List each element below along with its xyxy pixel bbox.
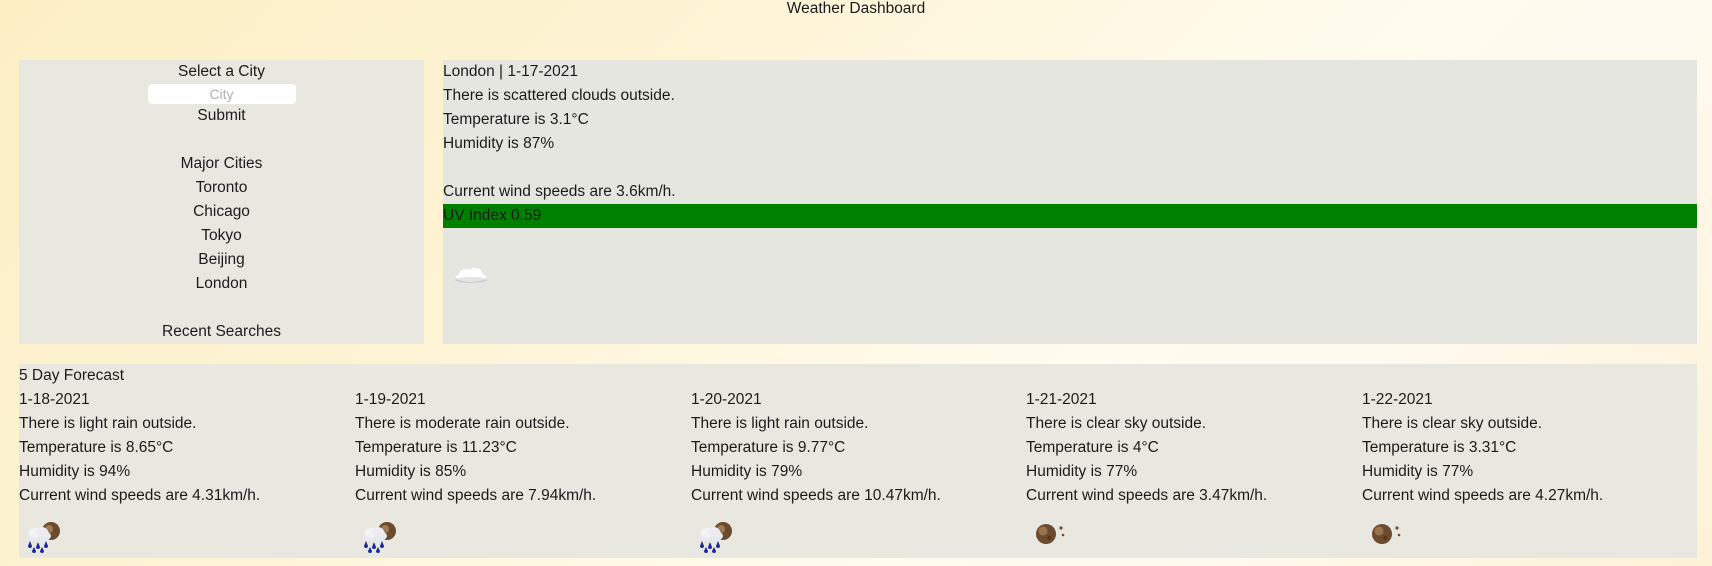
forecast-humidity: Humidity is 94% <box>19 463 131 480</box>
current-wind: Current wind speeds are 3.6km/h. <box>443 183 676 200</box>
forecast-humidity: Humidity is 85% <box>355 463 467 480</box>
forecast-wind: Current wind speeds are 4.31km/h. <box>19 487 261 504</box>
forecast-description: There is light rain outside. <box>691 415 869 432</box>
forecast-temperature: Temperature is 11.23°C <box>355 439 517 456</box>
forecast-wind: Current wind speeds are 7.94km/h. <box>355 487 597 504</box>
forecast-day-card: 1-19-2021 There is moderate rain outside… <box>355 388 685 553</box>
city-link-tokyo[interactable]: Tokyo <box>19 224 424 248</box>
forecast-day-card: 1-22-2021 There is clear sky outside. Te… <box>1362 388 1692 544</box>
city-link-london[interactable]: London <box>19 272 424 296</box>
city-link-chicago[interactable]: Chicago <box>19 200 424 224</box>
submit-button[interactable]: Submit <box>197 104 245 128</box>
cloud-icon <box>451 256 491 286</box>
forecast-panel: 5 Day Forecast 1-18-2021 There is light … <box>19 364 1697 558</box>
forecast-wind: Current wind speeds are 10.47km/h. <box>691 487 941 504</box>
forecast-date: 1-18-2021 <box>19 391 90 408</box>
forecast-day-card: 1-20-2021 There is light rain outside. T… <box>691 388 1021 553</box>
forecast-description: There is moderate rain outside. <box>355 415 570 432</box>
city-search-panel: Select a City Submit Major Cities Toront… <box>19 60 424 344</box>
select-city-label: Select a City <box>177 63 265 80</box>
city-link-beijing[interactable]: Beijing <box>19 248 424 272</box>
current-city-date: London | 1-17-2021 <box>443 63 579 80</box>
current-description: There is scattered clouds outside. <box>443 87 675 104</box>
forecast-day-card: 1-21-2021 There is clear sky outside. Te… <box>1026 388 1356 544</box>
forecast-temperature: Temperature is 4°C <box>1026 439 1159 456</box>
current-weather-panel: London | 1-17-2021 There is scattered cl… <box>443 60 1697 344</box>
uv-index-bar: UV Index 0.59 <box>443 204 1697 228</box>
forecast-humidity: Humidity is 79% <box>691 463 803 480</box>
rain-icon <box>357 518 403 554</box>
forecast-date: 1-20-2021 <box>691 391 762 408</box>
forecast-description: There is light rain outside. <box>19 415 197 432</box>
recent-searches-heading: Recent Searches <box>162 323 281 340</box>
forecast-date: 1-19-2021 <box>355 391 426 408</box>
page-title: Weather Dashboard <box>786 0 926 17</box>
clear-night-icon <box>1028 518 1074 554</box>
clear-night-icon <box>1364 518 1410 554</box>
forecast-temperature: Temperature is 8.65°C <box>19 439 174 456</box>
forecast-temperature: Temperature is 3.31°C <box>1362 439 1517 456</box>
forecast-humidity: Humidity is 77% <box>1026 463 1138 480</box>
forecast-temperature: Temperature is 9.77°C <box>691 439 846 456</box>
forecast-description: There is clear sky outside. <box>1362 415 1543 432</box>
rain-icon <box>693 518 739 554</box>
major-cities-heading: Major Cities <box>180 155 263 172</box>
forecast-day-card: 1-18-2021 There is light rain outside. T… <box>19 388 349 553</box>
forecast-wind: Current wind speeds are 4.27km/h. <box>1362 487 1604 504</box>
city-link-toronto[interactable]: Toronto <box>19 176 424 200</box>
forecast-description: There is clear sky outside. <box>1026 415 1207 432</box>
forecast-date: 1-21-2021 <box>1026 391 1097 408</box>
forecast-wind: Current wind speeds are 3.47km/h. <box>1026 487 1268 504</box>
forecast-date: 1-22-2021 <box>1362 391 1433 408</box>
forecast-heading: 5 Day Forecast <box>19 367 125 384</box>
rain-icon <box>21 518 67 554</box>
forecast-humidity: Humidity is 77% <box>1362 463 1474 480</box>
current-temperature: Temperature is 3.1°C <box>443 111 589 128</box>
city-input[interactable] <box>147 84 296 104</box>
current-humidity: Humidity is 87% <box>443 135 555 152</box>
